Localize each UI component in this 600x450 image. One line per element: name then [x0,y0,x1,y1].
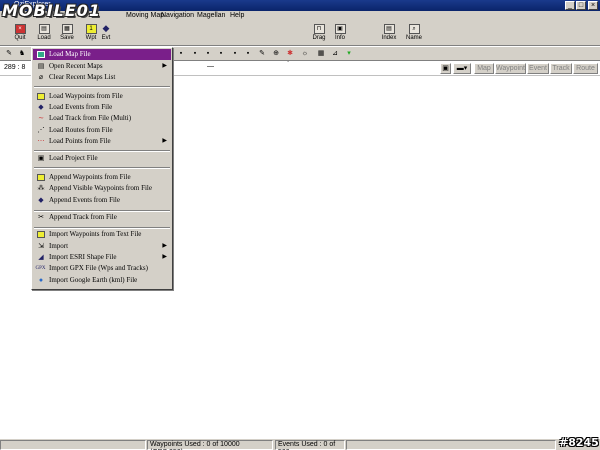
folder-icon: ▤ [37,62,45,70]
person-icon[interactable]: ♞ [17,49,27,59]
events-status: Events Used : 0 of 500 [275,440,345,450]
pencil-icon[interactable]: ✎ [257,49,267,59]
track-icon: ✂ [38,213,44,221]
info-button[interactable]: ▣ Info [329,23,351,45]
load-button[interactable]: ▤ Load [33,23,55,45]
waypoints-status: Waypoints Used : 0 of 10000 (GPS:250) [147,440,273,450]
status-pane-empty [0,440,146,450]
drag-button[interactable]: ⊓ Drag [308,23,330,45]
diamond-icon: ◆ [102,23,110,33]
submenu-arrow-icon: ▶ [162,138,167,144]
status-bar: Waypoints Used : 0 of 10000 (GPS:250) Ev… [0,438,600,450]
menu-load-project[interactable]: ▣ Load Project File [33,153,171,164]
filter-track-button[interactable]: Track [550,63,572,74]
clear-icon: ⌀ [38,73,44,81]
tool2-icon-2[interactable]: ▪ [190,49,200,59]
index-icon: ▤ [383,24,395,34]
edit-icon[interactable]: ✎ [4,49,14,59]
crosshair-icon[interactable]: ⊕ [271,49,281,59]
event-button[interactable]: ◆ Evt [95,23,117,45]
menu-load-events[interactable]: ◆ Load Events from File [33,102,171,113]
sun-icon[interactable]: ☼ [300,49,310,59]
file-menu-dropdown: Load Map File ▤ Open Recent Maps ▶ ⌀ Cle… [31,47,173,290]
submenu-arrow-icon: ▶ [162,243,167,249]
map-icon-button[interactable]: ▣ [440,63,451,74]
event-icon: ◆ [38,196,44,204]
save-list-button[interactable]: ▬▾ [453,63,471,74]
import-icon: ⇲ [38,242,44,250]
menu-append-track[interactable]: ✂ Append Track from File [33,212,171,223]
earth-icon: ● [38,276,44,284]
project-icon: ▣ [37,154,45,162]
menu-load-track[interactable]: ∼ Load Track from File (Multi) [33,113,171,124]
lock-icon: ⊓ [313,24,325,34]
chart-icon[interactable]: ⊿ [330,49,340,59]
route-icon: ⋰ [37,126,45,134]
gpx-icon: GPX [35,266,46,271]
minimize-button[interactable]: _ [565,1,575,10]
menu-help[interactable]: Help [230,12,244,19]
menu-import-kml[interactable]: ● Import Google Earth (kml) File [33,275,171,286]
name-button[interactable]: ⌕ Name [403,23,425,45]
quit-button[interactable]: × Quit [9,23,31,45]
menu-load-points[interactable]: ⋯ Load Points from File ▶ [33,136,171,147]
filter-icon[interactable]: ▾ [344,49,354,59]
main-toolbar: × Quit ▤ Load ▦ Save 1 Wpt ◆ Evt ⊕ TRACK… [0,22,600,67]
logo: MOBILE01 [2,1,102,20]
filter-waypoint-button[interactable]: Waypoint [495,63,526,74]
menu-separator [34,167,170,169]
info-icon: ▣ [334,24,346,34]
menu-append-visible-waypoints[interactable]: ⁂ Append Visible Waypoints from File [33,183,171,194]
close-button[interactable]: × [588,1,598,10]
menu-append-waypoints[interactable]: Append Waypoints from File [33,172,171,183]
quit-icon: × [14,24,26,34]
waypoint-icon [37,174,45,181]
submenu-arrow-icon: ▶ [162,254,167,260]
shape-icon: ◢ [38,253,44,261]
maximize-button[interactable]: □ [576,1,586,10]
event-icon: ◆ [38,103,44,111]
waypoint-icon: ⁂ [37,184,45,192]
save-icon: ▦ [61,24,73,34]
menu-moving-map[interactable]: Moving Map [126,12,164,19]
menu-load-routes[interactable]: ⋰ Load Routes from File [33,125,171,136]
save-button[interactable]: ▦ Save [56,23,78,45]
index-button[interactable]: ▤ Index [378,23,400,45]
menu-load-waypoints[interactable]: Load Waypoints from File [33,91,171,102]
position-readout: — [207,63,214,70]
status-pane-extra [346,440,556,450]
menu-separator [34,86,170,88]
menu-import-esri[interactable]: ◢ Import ESRI Shape File ▶ [33,252,171,263]
filter-map-button[interactable]: Map [474,63,494,74]
tool2-icon-1[interactable]: ▪ [176,49,186,59]
map-icon [37,51,45,58]
menu-navigation[interactable]: Navigation [161,12,194,19]
compass-icon[interactable]: ✱ [285,49,295,59]
tool2-icon-6[interactable]: ▪ [243,49,253,59]
filter-event-button[interactable]: Event [527,63,549,74]
menu-load-map-file[interactable]: Load Map File [33,49,171,60]
coordinate-readout: 289 : 8 [4,64,26,71]
text-file-icon [37,231,45,238]
load-icon: ▤ [38,24,50,34]
name-search-icon: ⌕ [408,24,420,34]
menu-open-recent-maps[interactable]: ▤ Open Recent Maps ▶ [33,61,171,72]
waypoint-icon [37,93,45,100]
watermark: #8245 [559,436,599,449]
menu-import-waypoints-text[interactable]: Import Waypoints from Text File [33,229,171,240]
points-icon: ⋯ [37,137,45,145]
submenu-arrow-icon: ▶ [162,63,167,69]
tool2-icon-4[interactable]: ▪ [216,49,226,59]
track-icon: ∼ [38,114,44,122]
tool2-icon-3[interactable]: ▪ [203,49,213,59]
menu-separator [34,150,170,152]
grid-icon[interactable]: ▦ [316,49,326,59]
menu-magellan[interactable]: Magellan [197,12,225,19]
menu-clear-recent-maps[interactable]: ⌀ Clear Recent Maps List [33,72,171,83]
menu-append-events[interactable]: ◆ Append Events from File [33,195,171,206]
filter-route-button[interactable]: Route [573,63,598,74]
menu-import-gpx[interactable]: GPX Import GPX File (Wps and Tracks) [33,263,171,274]
menu-import[interactable]: ⇲ Import ▶ [33,241,171,252]
tool2-icon-5[interactable]: ▪ [230,49,240,59]
